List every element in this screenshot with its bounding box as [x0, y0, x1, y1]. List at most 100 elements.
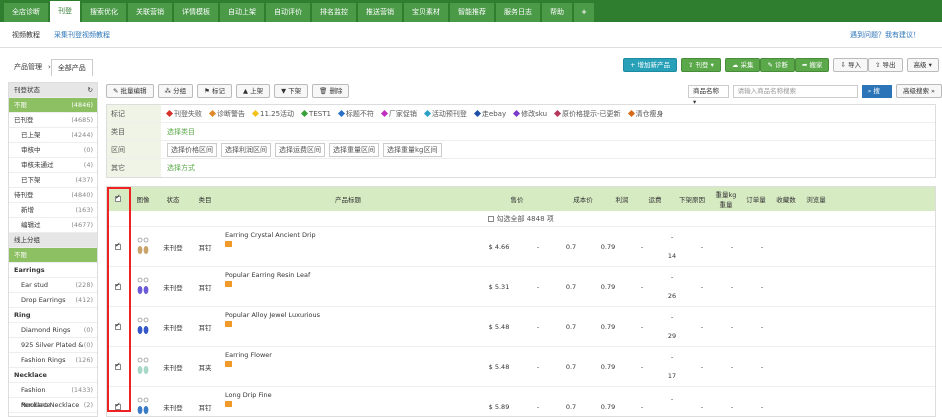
breadcrumb-root[interactable]: 产品管理: [8, 59, 48, 75]
table-tool-1[interactable]: ⁂ 分组: [157, 84, 194, 98]
range-button[interactable]: 选择重量kg区间: [383, 142, 442, 157]
feedback-link[interactable]: 遇到问题？我有建议！: [850, 30, 920, 40]
tab-all-products[interactable]: 全部产品: [50, 58, 93, 76]
sidebar-item[interactable]: 新增 (163): [9, 203, 97, 218]
search-button[interactable]: ⌕ 搜索: [861, 84, 892, 108]
sidebar-item[interactable]: Fashion Rings (126): [9, 353, 97, 368]
sidebar-item[interactable]: Ear stud (228): [9, 278, 97, 293]
collect-button[interactable]: ☁ 采集: [724, 58, 761, 72]
advanced-button[interactable]: 高级 ▾: [906, 58, 939, 72]
tag-item[interactable]: TEST1: [301, 110, 331, 118]
tab-0[interactable]: 全店诊断: [4, 3, 48, 22]
column-header[interactable]: 下架原因: [673, 194, 711, 204]
sidebar-item[interactable]: Pendant Necklace (2): [9, 398, 97, 413]
product-title-link[interactable]: Long Drip Fine: [225, 391, 475, 399]
search-input[interactable]: 请输入商品名称搜索: [732, 84, 858, 98]
column-header[interactable]: 图像: [129, 194, 157, 204]
move-button[interactable]: ➦ 搬家: [794, 58, 830, 72]
column-header[interactable]: 收藏数: [771, 194, 801, 204]
table-tool-4[interactable]: ▼ 下架: [274, 84, 309, 98]
export-button[interactable]: ⇧ 导出: [868, 58, 903, 72]
sidebar-item[interactable]: 不限 (4846): [9, 98, 97, 113]
tab-1[interactable]: 刊登: [50, 1, 80, 22]
tab-3[interactable]: 关联营销: [128, 3, 172, 22]
tag-item[interactable]: 原价格提示-已更新: [553, 109, 621, 119]
row-checkbox[interactable]: [115, 241, 121, 250]
sidebar-item[interactable]: 925 Silver Plated & (0): [9, 338, 97, 353]
publish-button[interactable]: ⇪ 刊登 ▾: [681, 58, 721, 72]
sidebar-item[interactable]: 待刊登 (4840): [9, 188, 97, 203]
tag-item[interactable]: 刊登失败: [165, 109, 202, 119]
sidebar-item[interactable]: 已上架 (4244): [9, 128, 97, 143]
column-header[interactable]: 售价: [475, 194, 559, 204]
search-field-select[interactable]: 商品名称 ▾: [688, 84, 729, 106]
column-header[interactable]: 类目: [189, 194, 221, 204]
range-button[interactable]: 选择利润区间: [221, 142, 271, 157]
select-category-link[interactable]: 选择类目: [167, 127, 195, 137]
sidebar-item[interactable]: 编辑过 (4677): [9, 218, 97, 233]
product-thumbnail[interactable]: [136, 276, 150, 298]
product-title-link[interactable]: Earring Flower: [225, 351, 475, 359]
range-button[interactable]: 选择价格区间: [167, 142, 217, 157]
range-button[interactable]: 选择重量区间: [329, 142, 379, 157]
row-checkbox[interactable]: [115, 361, 121, 370]
table-row[interactable]: 未刊登 耳钉 Popular Earring Resin Leaf $ 5.31 - 0.…: [107, 267, 935, 307]
sidebar-item[interactable]: Fashion Necklace (1433): [9, 383, 97, 409]
product-thumbnail[interactable]: [136, 396, 150, 417]
tag-item[interactable]: 标题不符: [337, 109, 374, 119]
row-checkbox[interactable]: [115, 401, 121, 410]
sidebar-item[interactable]: Ring: [9, 308, 97, 323]
table-tool-3[interactable]: ▲ 上架: [236, 84, 271, 98]
product-thumbnail[interactable]: [136, 356, 150, 378]
table-row[interactable]: 未刊登 耳钉 Long Drip Fine $ 5.89 - 0.7 0.79 - - - - -: [107, 387, 935, 417]
tab-2[interactable]: 搜索优化: [82, 3, 126, 22]
sidebar-item[interactable]: 审核中 (0): [9, 143, 97, 158]
select-all-checkbox[interactable]: [488, 216, 495, 222]
tag-item[interactable]: 清仓瘦身: [627, 109, 664, 119]
sidebar-item[interactable]: 已刊登 (4685): [9, 113, 97, 128]
sidebar-item[interactable]: Drop Earrings (412): [9, 293, 97, 308]
add-product-button[interactable]: + 增加新产品: [623, 58, 678, 72]
product-title-link[interactable]: Popular Earring Resin Leaf: [225, 271, 475, 279]
tag-item[interactable]: 诊断警告: [208, 109, 245, 119]
refresh-icon[interactable]: ↻: [88, 83, 93, 97]
column-header[interactable]: 状态: [157, 194, 189, 204]
select-method-link[interactable]: 选择方式: [167, 163, 195, 173]
tab-11[interactable]: 服务日志: [496, 3, 540, 22]
video-tutorial-link[interactable]: 采集刊登视频教程: [54, 30, 110, 40]
column-header[interactable]: 产品标题: [221, 194, 475, 204]
sidebar-item[interactable]: 线上分组: [9, 233, 97, 248]
advanced-search-button[interactable]: 高级搜索 »: [895, 84, 942, 98]
tab-10[interactable]: 智能推荐: [450, 3, 494, 22]
product-thumbnail[interactable]: [136, 236, 150, 258]
tag-item[interactable]: 走ebay: [473, 109, 506, 119]
tab-8[interactable]: 推送营销: [358, 3, 402, 22]
tab-12[interactable]: 帮助: [542, 3, 572, 22]
tab-4[interactable]: 详情模板: [174, 3, 218, 22]
product-title-link[interactable]: Popular Alloy Jewel Luxurious: [225, 311, 475, 319]
tag-item[interactable]: 修改sku: [513, 109, 547, 119]
product-thumbnail[interactable]: [136, 316, 150, 338]
row-checkbox[interactable]: [115, 281, 121, 290]
table-row[interactable]: 未刊登 耳钉 Popular Alloy Jewel Luxurious $ 5.48…: [107, 307, 935, 347]
sidebar-item[interactable]: 不限: [9, 248, 97, 263]
tab-9[interactable]: 宝贝素材: [404, 3, 448, 22]
tab-7[interactable]: 排名监控: [312, 3, 356, 22]
column-header[interactable]: 订单量: [741, 194, 771, 204]
tag-item[interactable]: 厂家促销: [380, 109, 417, 119]
column-header[interactable]: 利润: [607, 194, 637, 204]
sidebar-item[interactable]: Necklace: [9, 368, 97, 383]
column-header[interactable]: 重量kg 重量: [711, 189, 741, 209]
tab-6[interactable]: 自动评价: [266, 3, 310, 22]
sidebar-item[interactable]: Earrings: [9, 263, 97, 278]
column-header[interactable]: 成本价: [559, 194, 607, 204]
table-row[interactable]: 未刊登 耳钉 Earring Crystal Ancient Drip $ 4.66 -…: [107, 227, 935, 267]
table-tool-5[interactable]: 🗑 删除: [312, 84, 350, 98]
table-row[interactable]: 未刊登 耳夹 Earring Flower $ 5.48 - 0.7 0.79 - - 17 - - -: [107, 347, 935, 387]
import-button[interactable]: ⇩ 导入: [833, 58, 868, 72]
sidebar-item[interactable]: 审核未通过 (4): [9, 158, 97, 173]
column-header[interactable]: 浏览量: [801, 194, 831, 204]
row-checkbox[interactable]: [115, 321, 121, 330]
product-title-link[interactable]: Earring Crystal Ancient Drip: [225, 231, 475, 239]
tag-item[interactable]: 11.25活动: [251, 109, 294, 119]
